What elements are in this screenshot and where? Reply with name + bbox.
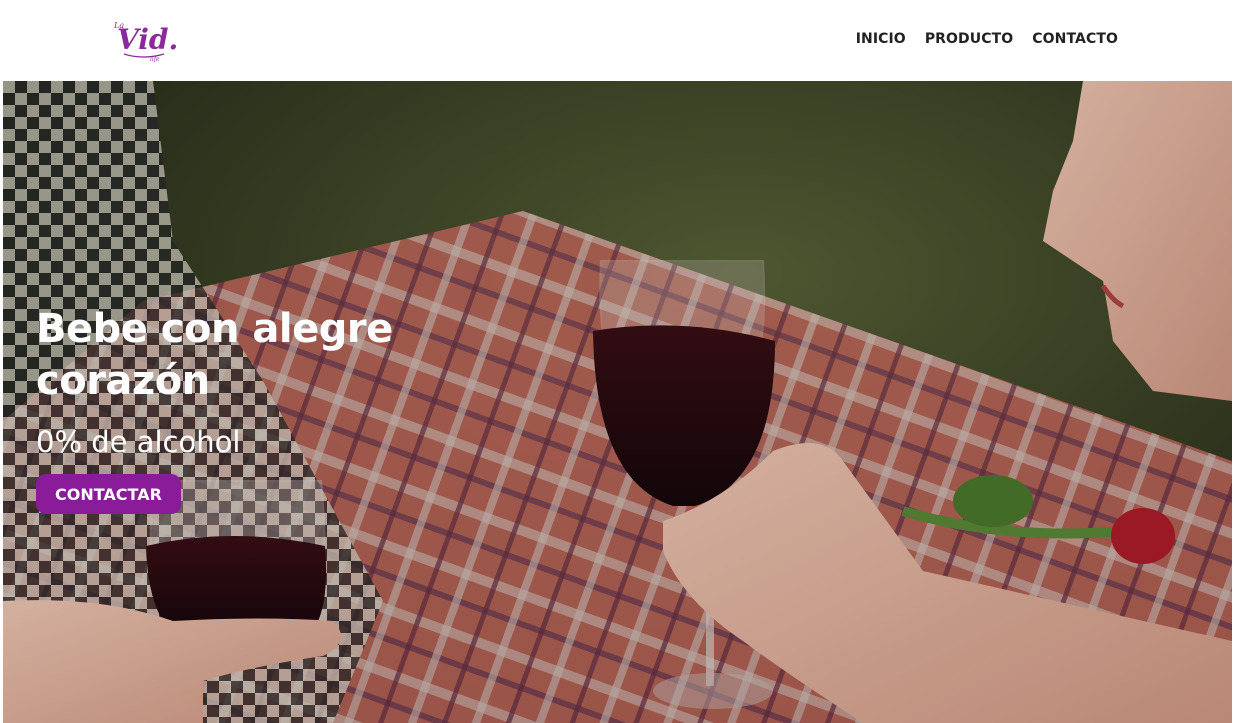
contactar-button[interactable]: CONTACTAR bbox=[36, 474, 181, 514]
top-navbar: La Vid. life INICIO PRODUCTO CONTACTO bbox=[0, 0, 1235, 81]
nav-contacto[interactable]: CONTACTO bbox=[1032, 31, 1118, 47]
hero-title-line2: corazón bbox=[36, 358, 210, 404]
nav-inicio[interactable]: INICIO bbox=[856, 31, 906, 47]
hero-section: Bebe con alegre corazón 0% de alcohol CO… bbox=[3, 81, 1232, 723]
hero-title: Bebe con alegre corazón bbox=[36, 303, 456, 407]
hero-subtitle: 0% de alcohol bbox=[36, 425, 241, 459]
hero-title-line1: Bebe con alegre bbox=[36, 306, 393, 352]
svg-text:life: life bbox=[150, 56, 160, 63]
main-nav: INICIO PRODUCTO CONTACTO bbox=[856, 31, 1118, 47]
nav-producto[interactable]: PRODUCTO bbox=[925, 31, 1013, 47]
brand-logo[interactable]: La Vid. life bbox=[114, 16, 184, 64]
svg-text:Vid.: Vid. bbox=[117, 23, 178, 56]
hero-content: Bebe con alegre corazón 0% de alcohol CO… bbox=[36, 303, 456, 514]
